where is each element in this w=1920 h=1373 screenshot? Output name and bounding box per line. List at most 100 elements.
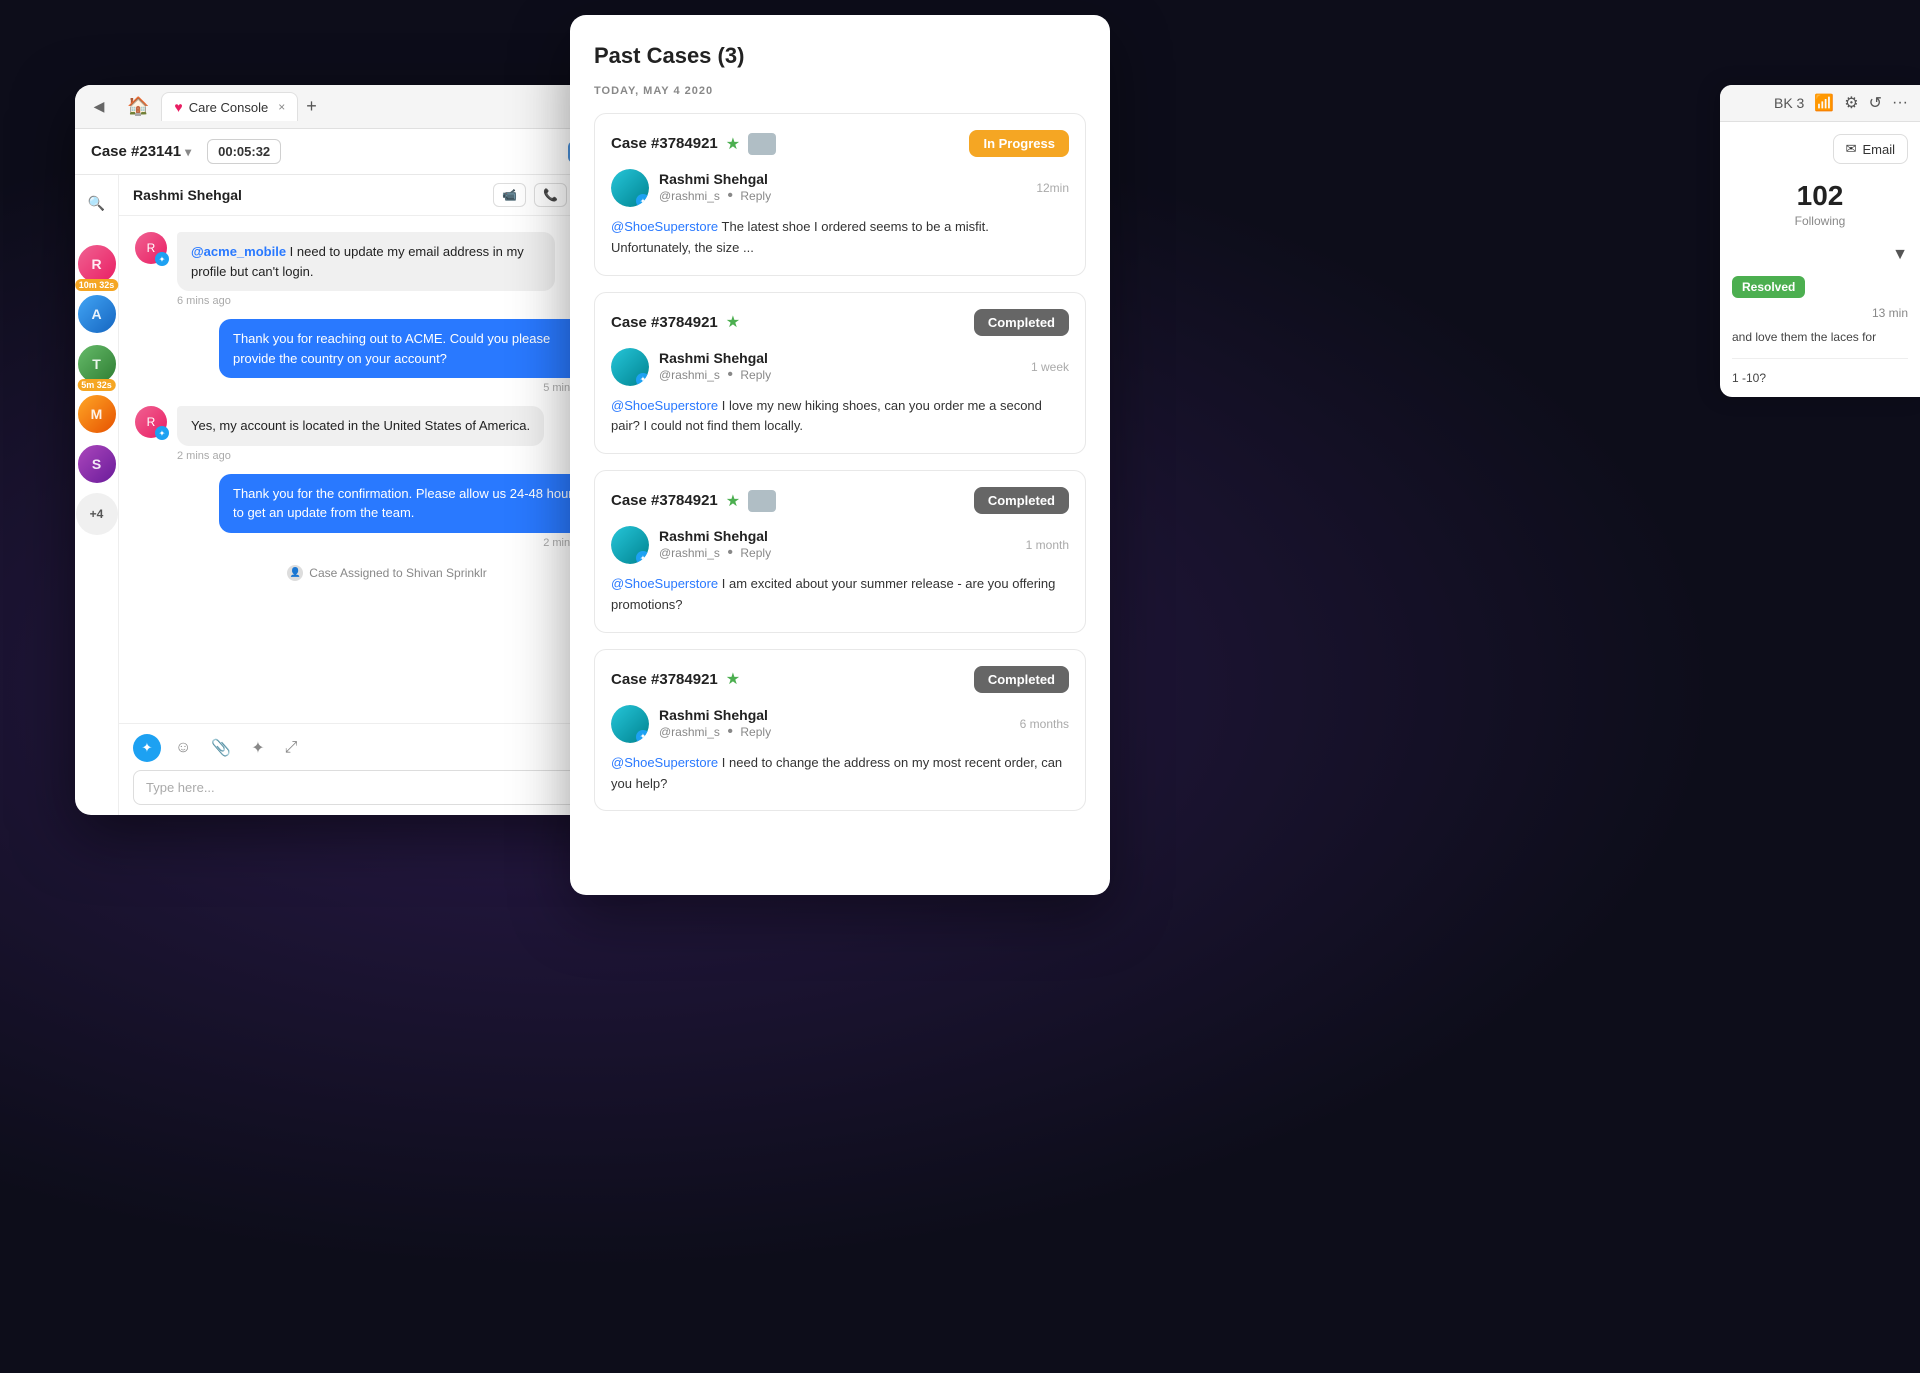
email-icon: ✉	[1846, 141, 1857, 157]
following-section: 102 Following	[1732, 180, 1908, 230]
status-badge: Completed	[974, 487, 1069, 514]
message-bubble: Thank you for reaching out to ACME. Coul…	[219, 319, 597, 378]
system-message: 👤 Case Assigned to Shivan Sprinklr	[135, 561, 639, 585]
twitter-badge: ✦	[636, 194, 649, 207]
user-handle: @rashmi_s	[659, 189, 720, 203]
user-info: Rashmi Shehgal @rashmi_s • Reply	[659, 528, 1016, 562]
avatar-face: R	[78, 245, 116, 283]
twitter-badge: ✦	[636, 551, 649, 564]
system-icon: 👤	[287, 565, 303, 581]
user-name: Rashmi Shehgal	[659, 528, 1016, 544]
avatar-timer: 10m 32s	[75, 279, 118, 291]
user-avatar: ✦	[611, 169, 649, 207]
user-info: Rashmi Shehgal @rashmi_s • Reply	[659, 707, 1010, 741]
case-user-row: ✦ Rashmi Shehgal @rashmi_s • Reply 12min	[611, 169, 1069, 207]
case-body: @ShoeSuperstore The latest shoe I ordere…	[611, 217, 1069, 259]
reply-link[interactable]: Reply	[740, 189, 771, 203]
case-body: @ShoeSuperstore I love my new hiking sho…	[611, 396, 1069, 438]
reply-link[interactable]: Reply	[740, 546, 771, 560]
user-name: Rashmi Shehgal	[659, 350, 1021, 366]
call-btn[interactable]: 📞	[534, 183, 567, 207]
search-icon[interactable]: 🔍	[81, 187, 113, 219]
avatar-initial: R	[147, 415, 156, 429]
customer-avatar: R ✦	[135, 232, 167, 264]
more-options-icon[interactable]: ···	[1892, 94, 1908, 112]
avatar-item[interactable]: M	[76, 393, 118, 435]
input-field[interactable]: Type here...	[146, 780, 581, 795]
avatar-face: A	[78, 295, 116, 333]
case-number[interactable]: Case #23141 ▾	[91, 143, 191, 160]
input-row: Type here... 📎 ▦	[133, 770, 641, 805]
message-row: AC Thank you for the confirmation. Pleas…	[135, 474, 639, 549]
email-button[interactable]: ✉ Email	[1833, 134, 1908, 164]
star-icon: ★	[726, 669, 740, 689]
avatar-item[interactable]: R 10m 32s	[76, 243, 118, 285]
avatar-item[interactable]: S	[76, 443, 118, 485]
heart-icon: ♥	[174, 99, 182, 115]
twitter-badge: ✦	[636, 373, 649, 386]
user-info: Rashmi Shehgal @rashmi_s • Reply	[659, 171, 1026, 205]
case-card-2: Case #3784921 ★ Completed ✦ Rashmi Shehg…	[594, 292, 1086, 455]
past-cases-panel: Past Cases (3) TODAY, MAY 4 2020 Case #3…	[570, 15, 1110, 895]
tab-care-console[interactable]: ♥ Care Console ×	[161, 92, 298, 121]
chat-window: ◀ 🏠 ♥ Care Console × + Case #23141 ▾ 00:…	[75, 85, 655, 815]
reply-link[interactable]: Reply	[740, 725, 771, 739]
video-btn[interactable]: 📹	[493, 183, 526, 207]
avatar-item[interactable]: T 5m 32s	[76, 343, 118, 385]
more-avatars-badge[interactable]: +4	[76, 493, 118, 535]
star-icon: ★	[726, 491, 740, 511]
home-icon[interactable]: 🏠	[119, 88, 157, 125]
back-icon[interactable]: ◀	[83, 91, 115, 123]
twitter-compose-icon: ✦	[133, 734, 161, 762]
right-panel: BK 3 📶 ⚙ ↺ ··· ✉ Email 102 Following ▼ R…	[1720, 85, 1920, 397]
filter-button[interactable]: ▼	[1732, 246, 1908, 264]
case-card-4: Case #3784921 ★ Completed ✦ Rashmi Shehg…	[594, 649, 1086, 812]
case-id-row: Case #3784921 ★	[611, 133, 776, 155]
avatar-item[interactable]: A	[76, 293, 118, 335]
case-body: @ShoeSuperstore I am excited about your …	[611, 574, 1069, 616]
emoji-btn[interactable]: ☺	[169, 737, 197, 759]
user-name: Rashmi Shehgal	[659, 171, 1026, 187]
right-panel-body: ✉ Email 102 Following ▼ Resolved 13 min …	[1720, 122, 1920, 397]
format-btn[interactable]: ✦	[245, 736, 270, 760]
attachment-toolbar-btn[interactable]: 📎	[205, 736, 237, 760]
status-badge: Completed	[974, 666, 1069, 693]
settings-icon[interactable]: ⚙	[1844, 93, 1858, 113]
timer-badge: 00:05:32	[207, 139, 281, 164]
rp-divider	[1732, 358, 1908, 359]
input-toolbar: ✦ ☺ 📎 ✦ ⤢	[133, 734, 641, 762]
case-card-header: Case #3784921 ★ Completed	[611, 666, 1069, 693]
message-content: Thank you for the confirmation. Please a…	[219, 474, 597, 549]
case-id-row: Case #3784921 ★	[611, 312, 740, 332]
message-time: 2 mins ago	[177, 450, 544, 462]
case-number-text: Case #23141	[91, 143, 181, 160]
case-id-row: Case #3784921 ★	[611, 490, 776, 512]
twitter-badge: ✦	[636, 730, 649, 743]
expand-btn[interactable]: ⤢	[279, 737, 304, 759]
contact-name: Rashmi Shehgal	[133, 187, 242, 203]
email-label: Email	[1862, 142, 1895, 157]
chat-sidebar: 🔍 R 10m 32s A T	[75, 175, 119, 815]
wifi-label: BK 3	[1774, 95, 1804, 111]
user-handle: @rashmi_s	[659, 725, 720, 739]
tab-close-icon[interactable]: ×	[278, 100, 285, 114]
tab-add-icon[interactable]: +	[306, 96, 317, 117]
case-id: Case #3784921	[611, 135, 718, 152]
case-user-row: ✦ Rashmi Shehgal @rashmi_s • Reply 1 wee…	[611, 348, 1069, 386]
refresh-icon[interactable]: ↺	[1869, 93, 1882, 113]
message-time: 2 mins ago	[219, 537, 597, 549]
case-id: Case #3784921	[611, 671, 718, 688]
reply-link[interactable]: Reply	[740, 368, 771, 382]
wifi-icon: 📶	[1814, 93, 1834, 113]
case-card-3: Case #3784921 ★ Completed ✦ Rashmi Shehg…	[594, 470, 1086, 633]
avatar-timer: 5m 32s	[77, 379, 116, 391]
case-card-header: Case #3784921 ★ Completed	[611, 309, 1069, 336]
twitter-icon: ✦	[155, 426, 169, 440]
panel-title: Past Cases (3)	[594, 43, 1086, 69]
message-content: Yes, my account is located in the United…	[177, 406, 544, 462]
case-body: @ShoeSuperstore I need to change the add…	[611, 753, 1069, 795]
case-time: 1 month	[1026, 538, 1069, 552]
rp-question: 1 -10?	[1732, 371, 1908, 385]
star-icon: ★	[726, 134, 740, 154]
user-info: Rashmi Shehgal @rashmi_s • Reply	[659, 350, 1021, 384]
